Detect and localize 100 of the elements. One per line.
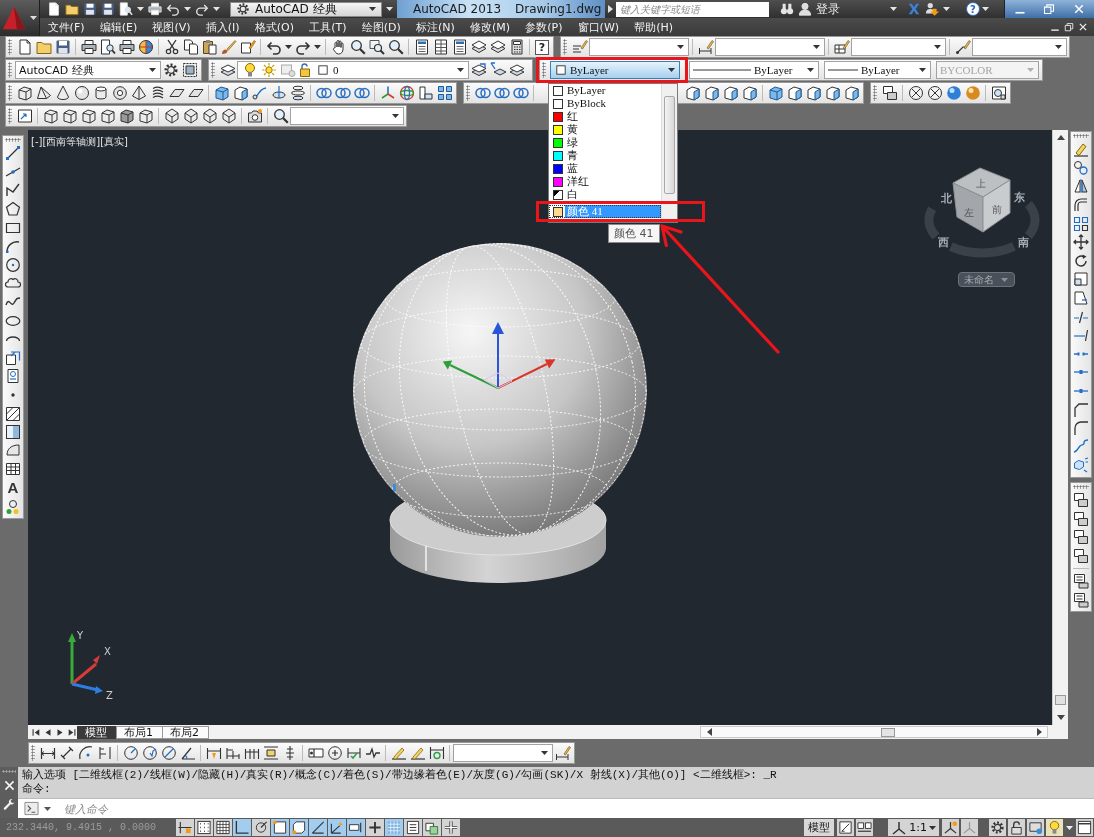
box-icon[interactable] [99, 108, 116, 124]
toolbar-grip[interactable] [873, 85, 877, 101]
two-pages-icon[interactable] [182, 39, 199, 55]
box-face-icon[interactable] [232, 85, 249, 101]
vertical-scrollbar[interactable] [1052, 130, 1068, 725]
view-cube[interactable] [952, 167, 1011, 233]
caret-icon[interactable] [29, 16, 37, 20]
layers-pointer-icon[interactable] [489, 62, 506, 78]
annotation-scale-icon[interactable] [891, 819, 908, 836]
box-face-icon[interactable] [741, 85, 758, 101]
box-icon[interactable] [42, 108, 59, 124]
jogged-line-icon[interactable] [364, 745, 381, 761]
layout-tab[interactable]: 布局2 [162, 725, 209, 739]
loft-icon[interactable] [289, 85, 306, 101]
table-brush-icon[interactable] [833, 39, 850, 55]
gear-icon[interactable] [236, 2, 250, 16]
exploded-box-icon[interactable] [1073, 457, 1089, 474]
layout-thumbnails-icon[interactable] [856, 819, 874, 836]
layout-tab[interactable]: 布局1 [116, 725, 163, 739]
blend-curve-icon[interactable] [1073, 438, 1089, 455]
fillet-corner-icon[interactable] [1073, 420, 1089, 437]
toolbar-grip[interactable] [563, 39, 567, 55]
workspace-dropdown[interactable]: AutoCAD 经典 [230, 1, 382, 17]
snap-dots-icon[interactable] [194, 819, 213, 836]
menu-item[interactable]: 绘图(D) [354, 19, 409, 35]
printer-icon[interactable] [148, 2, 162, 16]
menu-item[interactable]: 标注(N) [408, 19, 463, 35]
list-scrollbar[interactable] [661, 84, 677, 222]
caret-icon[interactable] [284, 45, 292, 49]
wrench-icon[interactable] [2, 798, 16, 811]
color-list-item[interactable]: 绿 [549, 136, 661, 149]
first-page-icon[interactable] [31, 727, 41, 737]
gear-icon[interactable] [162, 62, 179, 78]
grid-window-icon[interactable] [432, 39, 449, 55]
linetype-dropdown[interactable]: ByLayer [689, 61, 819, 79]
diamond-cube-icon[interactable] [182, 108, 199, 124]
move-gizmo-icon[interactable] [442, 322, 556, 389]
scroll-right-icon[interactable] [1036, 728, 1042, 736]
caret-icon[interactable] [918, 68, 926, 72]
polar-icon[interactable] [251, 819, 270, 836]
center-mark-icon[interactable] [326, 745, 343, 761]
note-stack-icon[interactable] [1073, 591, 1089, 608]
box-icon[interactable] [137, 108, 154, 124]
caret-icon[interactable] [933, 45, 941, 49]
box-icon[interactable] [16, 85, 33, 101]
linked-rings-icon[interactable] [334, 85, 351, 101]
stacked-rectangles-icon[interactable] [1073, 492, 1089, 508]
dimension-space-icon[interactable] [262, 745, 279, 761]
menu-item[interactable]: 插入(I) [198, 19, 248, 35]
linked-rings-icon[interactable] [512, 85, 529, 101]
arc-dimension-icon[interactable] [77, 745, 94, 761]
scroll-up-icon[interactable] [1056, 135, 1065, 140]
shaded-box-icon[interactable] [767, 85, 784, 101]
undo-arrow-icon[interactable] [166, 2, 180, 16]
calculator-icon[interactable] [508, 39, 525, 55]
note-stack-icon[interactable] [1073, 573, 1089, 590]
page-magnifier-icon[interactable] [119, 2, 133, 16]
clipboard-icon[interactable] [201, 39, 218, 55]
close-icon[interactable] [1073, 3, 1086, 15]
magnifier-icon[interactable] [387, 39, 404, 55]
linked-rings-icon[interactable] [474, 85, 491, 101]
color-list-item[interactable]: 黄 [549, 123, 661, 136]
arc-icon[interactable] [5, 238, 21, 255]
caret-icon[interactable] [806, 68, 814, 72]
caret-icon[interactable] [667, 68, 675, 72]
toolbar-grip[interactable] [1073, 134, 1089, 138]
color-list-item[interactable]: ByLayer [549, 84, 661, 97]
ordinate-dimension-icon[interactable] [96, 745, 113, 761]
text-tool-button[interactable]: A [5, 480, 21, 496]
caret-icon[interactable] [1054, 45, 1062, 49]
crossed-circle-icon[interactable] [926, 85, 943, 101]
color-list-item[interactable]: 青 [549, 149, 661, 162]
last-page-icon[interactable] [67, 727, 77, 737]
baseline-dimension-icon[interactable] [224, 745, 241, 761]
line-icon[interactable] [5, 145, 21, 162]
caret-icon[interactable] [929, 825, 936, 830]
quick-dimension-icon[interactable] [205, 745, 222, 761]
stretch-icon[interactable] [1073, 290, 1089, 307]
caret-icon[interactable] [213, 7, 220, 11]
box-icon[interactable] [80, 108, 97, 124]
box-face-icon[interactable] [722, 85, 739, 101]
menu-item[interactable]: 窗口(W) [570, 19, 627, 35]
color-list-item[interactable]: 白 [549, 188, 661, 201]
menu-item[interactable]: 修改(M) [462, 19, 518, 35]
cross-outline-icon[interactable] [441, 819, 460, 836]
rotate-arrow-icon[interactable] [1073, 252, 1089, 269]
jogged-radius-icon[interactable] [141, 745, 158, 761]
menu-item[interactable]: 工具(T) [301, 19, 355, 35]
line-sample-icon[interactable] [693, 68, 751, 72]
leader-brush-icon[interactable] [954, 39, 971, 55]
torus-icon[interactable] [111, 85, 128, 101]
align-blocks-icon[interactable] [417, 85, 434, 101]
caret-icon[interactable] [369, 7, 376, 11]
annotation-visibility-icon[interactable] [942, 819, 959, 836]
quick-properties-icon[interactable] [403, 819, 422, 836]
shaded-ball-icon[interactable] [945, 85, 962, 101]
sign-in-link[interactable]: 登录 [816, 0, 840, 18]
compass-label[interactable]: 东 [1013, 191, 1025, 204]
color-swatch-icon[interactable] [318, 65, 328, 75]
undo-arrow-icon[interactable] [265, 39, 282, 55]
